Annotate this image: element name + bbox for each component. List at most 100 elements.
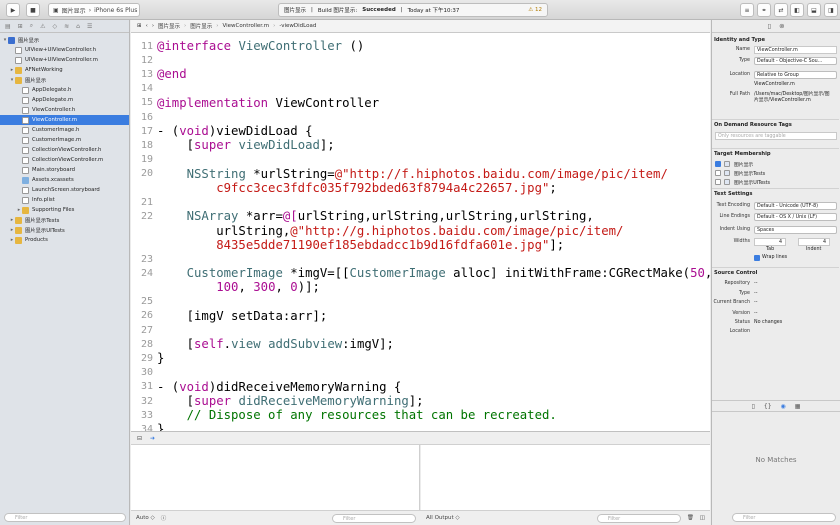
tree-item[interactable]: Info.plist — [0, 195, 129, 205]
encoding-popup[interactable]: Default - Unicode (UTF-8) — [754, 202, 837, 210]
tree-item[interactable]: AppDelegate.m — [0, 95, 129, 105]
toggle-navigator-button[interactable]: ◧ — [790, 3, 804, 17]
standard-editor-button[interactable]: ≡ — [740, 3, 754, 17]
tree-item[interactable]: CustomerImage.h — [0, 125, 129, 135]
library-filter-input[interactable]: Filter — [732, 513, 836, 522]
tree-item[interactable]: LaunchScreen.storyboard — [0, 185, 129, 195]
assistant-editor-button[interactable]: ⚭ — [757, 3, 771, 17]
tree-item[interactable]: ▾ 图片显示 — [0, 35, 129, 45]
run-button[interactable]: ▶ — [6, 3, 20, 17]
breakpoints-toggle-icon[interactable]: ➜ — [150, 435, 155, 442]
tree-item[interactable]: ▸ 图片显示Tests — [0, 215, 129, 225]
target-checkbox[interactable] — [715, 161, 721, 167]
code-token: viewDidLoad — [238, 138, 320, 153]
code-line: [super viewDidLoad]; — [157, 138, 335, 152]
code-token: view — [231, 337, 261, 352]
left-panel-icon: ◧ — [794, 6, 800, 14]
indent-width-field[interactable]: 4 — [798, 238, 830, 246]
toggle-debug-button[interactable]: ⬓ — [807, 3, 821, 17]
line-number: 19 — [140, 154, 153, 166]
code-token: // Dispose of any resources that can be … — [157, 408, 557, 423]
navigator-tabs: ▤ ⊞ ⌕ ⚠ ◇ ≋ ⌂ ☰ — [0, 20, 129, 33]
tree-item[interactable]: UIView+UIViewController.h — [0, 45, 129, 55]
object-library-icon[interactable]: ◉ — [781, 403, 786, 410]
tree-item[interactable]: ▸ Supporting Files — [0, 205, 129, 215]
tree-item[interactable]: AppDelegate.h — [0, 85, 129, 95]
tree-item-label: CollectionViewController.m — [32, 157, 104, 163]
source-editor[interactable]: 11 12 13 14 15 16 17 18 19 20 21 22 23 24 25 26 27 28 29 30… — [131, 33, 710, 431]
breadcrumb-group[interactable]: 图片显示 — [190, 22, 212, 30]
tree-item[interactable]: ▸ Products — [0, 235, 129, 245]
code-token: void — [179, 124, 209, 139]
file-template-icon[interactable]: ▯ — [752, 403, 755, 410]
version-editor-button[interactable]: ⇄ — [774, 3, 788, 17]
stop-button[interactable]: ■ — [26, 3, 40, 17]
console-view[interactable] — [421, 445, 710, 510]
media-library-icon[interactable]: ▦ — [795, 403, 801, 410]
warnings-badge[interactable]: ⚠ 12 — [528, 7, 542, 13]
tree-item[interactable]: Main.storyboard — [0, 165, 129, 175]
hide-debug-icon[interactable]: ⊟ — [137, 435, 142, 442]
help-icon[interactable]: ⊚ — [779, 22, 784, 30]
report-icon[interactable]: ☰ — [87, 23, 92, 30]
tree-item[interactable]: ViewController.m — [0, 115, 129, 125]
wrap-lines-checkbox[interactable] — [754, 255, 760, 261]
odr-tags-field[interactable]: Only resources are taggable — [715, 132, 837, 140]
code-line: c9fcc3cec3fdfc035f792bded63f8794a4c22657… — [157, 181, 557, 195]
tree-item[interactable]: Assets.xcassets — [0, 175, 129, 185]
tree-item-label: 图片显示UITests — [25, 228, 65, 234]
tree-item[interactable]: ViewController.h — [0, 105, 129, 115]
scheme-selector[interactable]: ▣ 图片显示 › iPhone 6s Plus — [48, 3, 140, 17]
location-popup[interactable]: Relative to Group — [754, 71, 837, 79]
tree-item[interactable]: ▸ 图片显示UITests — [0, 225, 129, 235]
line-endings-popup[interactable]: Default - OS X / Unix (LF) — [754, 213, 837, 221]
breadcrumb-method[interactable]: -viewDidLoad — [279, 23, 316, 29]
tree-item[interactable]: CollectionViewController.h — [0, 145, 129, 155]
tab-width-field[interactable]: 4 — [754, 238, 786, 246]
variables-filter-input[interactable]: Filter — [332, 513, 416, 523]
breakpoint-icon[interactable]: ⌂ — [76, 23, 80, 30]
line-number: 27 — [140, 324, 153, 336]
folder-icon[interactable]: ▤ — [5, 23, 11, 30]
related-items-icon[interactable]: ⊞ — [137, 23, 142, 29]
type-popup[interactable]: Default - Objective-C Sou... — [754, 57, 837, 65]
code-token: 0 — [290, 280, 298, 295]
file-icon[interactable]: ▯ — [767, 22, 771, 30]
search-icon[interactable]: ⌕ — [30, 22, 33, 30]
fullpath-value: /Users/mac/Desktop/图片显示/图片显示/ViewControl… — [754, 92, 830, 103]
tree-item[interactable]: ▸ AFNetWorking — [0, 65, 129, 75]
tree-item[interactable]: CollectionViewController.m — [0, 155, 129, 165]
line-number: 23 — [140, 253, 153, 265]
tree-item[interactable]: CustomerImage.m — [0, 135, 129, 145]
code-token: *urlString= — [245, 166, 335, 181]
code-line: CustomerImage *imgV=[[CustomerImage allo… — [157, 266, 710, 280]
tree-item[interactable]: ▾ 图片显示 — [0, 75, 129, 85]
code-snippet-icon[interactable]: {} — [764, 403, 772, 410]
code-line: } — [157, 351, 164, 365]
file-icon — [15, 46, 22, 54]
debug-icon[interactable]: ≋ — [64, 23, 69, 30]
breadcrumb-file[interactable]: ViewController.m — [222, 23, 269, 29]
split-icon[interactable]: ◫ — [700, 515, 705, 521]
file-icon — [15, 56, 22, 64]
auto-selector[interactable]: Auto ◇ — [136, 515, 155, 521]
output-selector[interactable]: All Output ◇ — [426, 515, 460, 521]
breadcrumb-project[interactable]: 图片显示 — [158, 22, 180, 30]
toggle-inspector-button[interactable]: ◨ — [824, 3, 838, 17]
name-field[interactable]: ViewController.m — [754, 46, 837, 54]
info-icon[interactable]: ⓘ — [161, 514, 167, 522]
warning-icon[interactable]: ⚠ — [40, 23, 45, 30]
indent-using-popup[interactable]: Spaces — [754, 226, 837, 234]
trash-icon[interactable]: 🗑 — [687, 515, 694, 521]
tree-item[interactable]: UIView+UIViewController.m — [0, 55, 129, 65]
no-matches-text: No Matches — [755, 456, 797, 464]
back-icon[interactable]: ‹ — [146, 23, 148, 29]
forward-icon[interactable]: › — [152, 23, 154, 29]
test-icon[interactable]: ◇ — [52, 23, 57, 30]
target-checkbox[interactable] — [715, 179, 721, 185]
console-filter-input[interactable]: Filter — [596, 513, 681, 523]
symbol-icon[interactable]: ⊞ — [18, 23, 23, 30]
navigator-filter-input[interactable]: Filter — [4, 513, 126, 522]
target-checkbox[interactable] — [715, 170, 721, 176]
